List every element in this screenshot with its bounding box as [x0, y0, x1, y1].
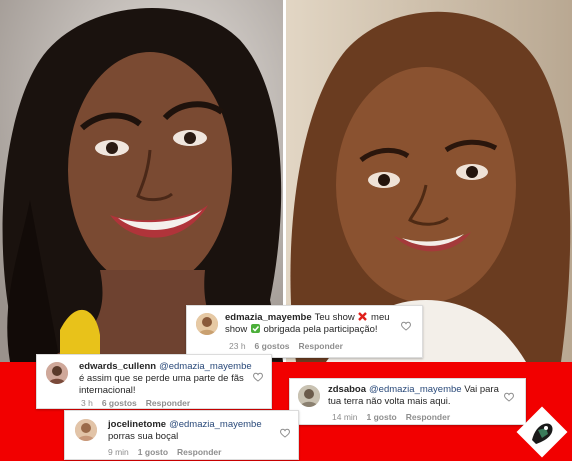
avatar-image: [298, 385, 320, 407]
comment-username[interactable]: edmazia_mayembe: [225, 312, 312, 323]
heart-outline-icon[interactable]: [401, 321, 411, 331]
comment-card-jocelinetome: jocelinetome @edmazia_mayembe porras sua …: [64, 410, 299, 460]
meme-collage: edmazia_mayembe Teu show meu show obrigad…: [0, 0, 572, 461]
comment-time: 23 h: [229, 341, 246, 351]
avatar-image: [75, 419, 97, 441]
comment-username[interactable]: zdsaboa: [328, 384, 366, 395]
comment-mention[interactable]: @edmazia_mayembe: [369, 384, 462, 395]
comment-card-edwards: edwards_cullenn @edmazia_mayembe é assim …: [36, 354, 272, 409]
comment-text: Teu show: [314, 312, 355, 323]
comment-meta: 14 min 1 gosto Responder: [332, 411, 459, 423]
corner-logo: [516, 406, 568, 458]
heart-outline-icon[interactable]: [253, 372, 263, 382]
heart-outline-icon[interactable]: [504, 392, 514, 402]
reply-button[interactable]: Responder: [299, 341, 343, 351]
comment-body: zdsaboa @edmazia_mayembe Vai para tua ter…: [328, 384, 506, 408]
red-cross-mark-icon: [358, 312, 368, 321]
heart-outline-icon[interactable]: [280, 428, 290, 438]
comment-time: 3 h: [81, 398, 93, 408]
avatar-image: [196, 313, 218, 335]
comment-card-zdsaboa: zdsaboa @edmazia_mayembe Vai para tua ter…: [289, 378, 526, 425]
comment-likes[interactable]: 1 gosto: [138, 447, 168, 457]
avatar-image: [46, 362, 68, 384]
comment-time: 9 min: [108, 447, 129, 457]
comment-mention[interactable]: @edmazia_mayembe: [159, 361, 252, 372]
reply-button[interactable]: Responder: [406, 412, 450, 422]
comment-body: jocelinetome @edmazia_mayembe porras sua …: [108, 419, 280, 443]
green-check-mark-icon: [250, 324, 260, 333]
comment-likes[interactable]: 6 gostos: [102, 398, 137, 408]
comment-meta: 9 min 1 gosto Responder: [108, 446, 230, 458]
comment-text: porras sua boçal: [108, 431, 179, 442]
avatar[interactable]: [196, 313, 218, 335]
reply-button[interactable]: Responder: [177, 447, 221, 457]
comment-text: é assim que se perde uma parte de fãs in…: [79, 373, 244, 396]
comment-meta: 3 h 6 gostos Responder: [81, 397, 199, 409]
avatar[interactable]: [75, 419, 97, 441]
reply-button[interactable]: Responder: [146, 398, 190, 408]
avatar[interactable]: [46, 362, 68, 384]
comment-body: edwards_cullenn @edmazia_mayembe é assim …: [79, 361, 252, 397]
avatar[interactable]: [298, 385, 320, 407]
comment-body: edmazia_mayembe Teu show meu show obrigad…: [225, 312, 397, 336]
comment-text: obrigada pela participação!: [263, 324, 378, 335]
comment-likes[interactable]: 1 gosto: [367, 412, 397, 422]
comment-username[interactable]: edwards_cullenn: [79, 361, 156, 372]
comment-time: 14 min: [332, 412, 358, 422]
comment-mention[interactable]: @edmazia_mayembe: [169, 419, 262, 430]
comment-username[interactable]: jocelinetome: [108, 419, 166, 430]
comment-likes[interactable]: 6 gostos: [255, 341, 290, 351]
comment-meta: 23 h 6 gostos Responder: [229, 340, 352, 352]
comment-card-edmazia: edmazia_mayembe Teu show meu show obrigad…: [186, 305, 423, 358]
